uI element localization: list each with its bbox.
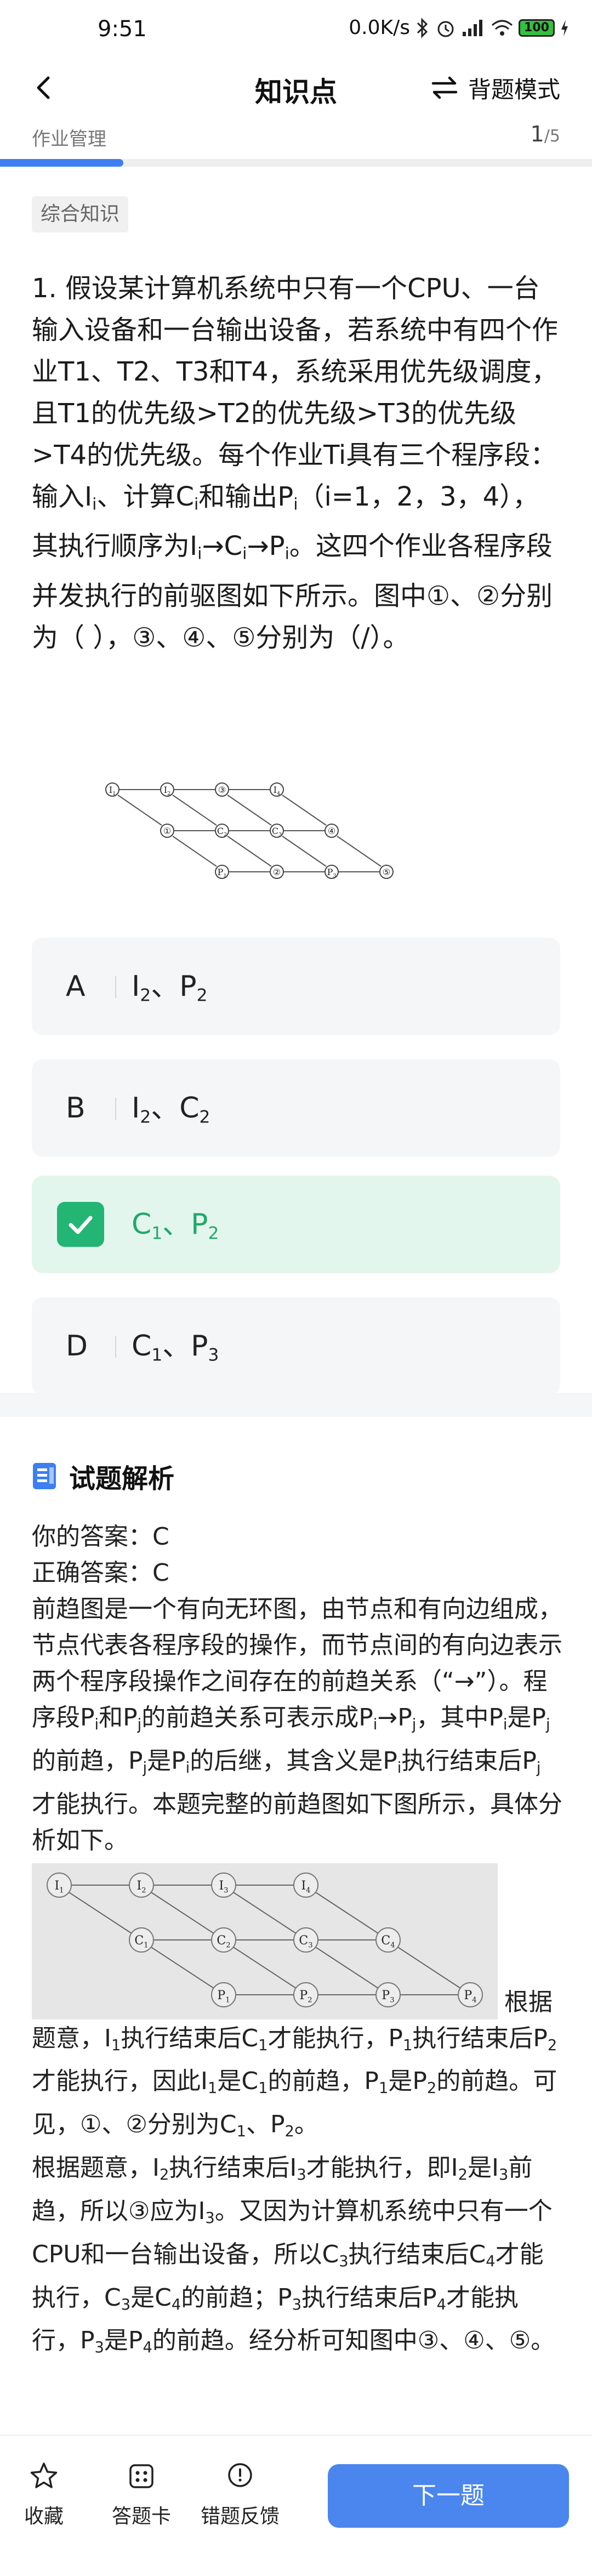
- star-icon: [30, 2462, 58, 2488]
- answer-card-label: 答题卡: [111, 2505, 171, 2528]
- next-question-button[interactable]: 下一题: [328, 2464, 569, 2528]
- option-divider: [115, 976, 116, 998]
- option-text: C1、P2: [132, 1208, 219, 1244]
- status-bar: 9:51 0.0K/s 100: [0, 0, 592, 60]
- answer-card-button[interactable]: 答题卡: [98, 2461, 185, 2529]
- back-button[interactable]: [27, 71, 60, 104]
- network-speed: 0.0K/s: [349, 16, 410, 39]
- homework-label: 作业管理: [32, 128, 106, 150]
- progress-bar: [0, 159, 592, 167]
- feedback-icon: [228, 2463, 252, 2487]
- document-icon: [33, 1463, 56, 1489]
- option-d[interactable]: D C1、P3: [32, 1297, 560, 1395]
- graph-edges: [117, 789, 382, 872]
- alarm-icon: [437, 21, 454, 37]
- check-icon: [57, 1202, 104, 1247]
- wifi-icon: [492, 20, 513, 36]
- bottom-bar: 收藏 答题卡 错题反馈 下一题: [0, 2435, 592, 2576]
- analysis-title: 试题解析: [69, 1463, 175, 1494]
- option-c[interactable]: C1、P2: [32, 1176, 560, 1273]
- battery-icon: 100: [519, 19, 555, 37]
- graph-node-label: ⑤: [383, 867, 390, 877]
- section-divider: [0, 1393, 592, 1417]
- analysis-paragraph: 根据题意，I1执行结束后C1才能执行，P1执行结束后P2才能执行，因此I1是C1…: [32, 1988, 557, 2141]
- option-divider: [115, 1098, 116, 1120]
- analysis-header: 试题解析: [32, 1460, 175, 1494]
- option-a[interactable]: A I2、P2: [32, 938, 560, 1035]
- signal-icon: [463, 19, 482, 36]
- correct-answer: 正确答案：C: [32, 1559, 169, 1587]
- graph-node-label: ①: [163, 826, 171, 836]
- option-text: C1、P3: [132, 1330, 219, 1365]
- option-letter: A: [66, 970, 86, 1003]
- status-time: 9:51: [98, 16, 147, 42]
- status-icons: 0.0K/s 100: [349, 16, 569, 39]
- option-letter: B: [66, 1092, 86, 1125]
- option-divider: [115, 1336, 116, 1358]
- your-answer: 你的答案：C: [32, 1523, 169, 1551]
- page-counter: 1/5: [530, 122, 560, 147]
- swap-icon: [431, 76, 458, 99]
- progress-bar-fill: [0, 159, 123, 167]
- analysis-body: 你的答案：C 正确答案：C 前趋图是一个有向无环图，由节点和有向边组成，节点代表…: [32, 1519, 563, 2366]
- category-tag: 综合知识: [32, 196, 129, 232]
- analysis-paragraph: 前趋图是一个有向无环图，由节点和有向边组成，节点代表各程序段的操作，而节点间的有…: [32, 1595, 562, 1854]
- current-page: 1: [530, 122, 544, 147]
- back-arrow-icon: [37, 76, 50, 99]
- feedback-button[interactable]: 错题反馈: [196, 2461, 284, 2529]
- precedence-graph-question: I1 I2 ③ I4① C2 C3 ④P1 ② P3 ⑤: [105, 782, 394, 879]
- option-b[interactable]: B I2、C2: [32, 1059, 560, 1157]
- question-stem: 1. 假设某计算机系统中只有一个CPU、一台输入设备和一台输出设备，若系统中有四…: [32, 273, 559, 653]
- header: 知识点 背题模式: [0, 60, 592, 115]
- recite-mode-button[interactable]: 背题模式: [431, 69, 560, 106]
- graph-node-label: ②: [273, 867, 281, 877]
- analysis-paragraph: 根据题意，I2执行结束后I3才能执行，即I2是I3前趋，所以③应为I3。又因为计…: [32, 2154, 555, 2357]
- graph-node-label: ④: [328, 826, 335, 836]
- charging-icon: [561, 19, 568, 36]
- answer-card-icon: [129, 2464, 153, 2488]
- favorite-button[interactable]: 收藏: [0, 2461, 88, 2529]
- recite-mode-label: 背题模式: [468, 76, 560, 103]
- option-text: I2、C2: [132, 1092, 210, 1127]
- feedback-label: 错题反馈: [200, 2505, 280, 2528]
- favorite-label: 收藏: [24, 2505, 64, 2528]
- progress-row: 作业管理 1/5: [0, 116, 592, 160]
- option-text: I2、P2: [132, 970, 208, 1006]
- bluetooth-icon: [417, 17, 428, 38]
- option-letter: D: [66, 1330, 88, 1363]
- graph-node-label: ③: [218, 785, 226, 795]
- total-pages: /5: [544, 127, 560, 146]
